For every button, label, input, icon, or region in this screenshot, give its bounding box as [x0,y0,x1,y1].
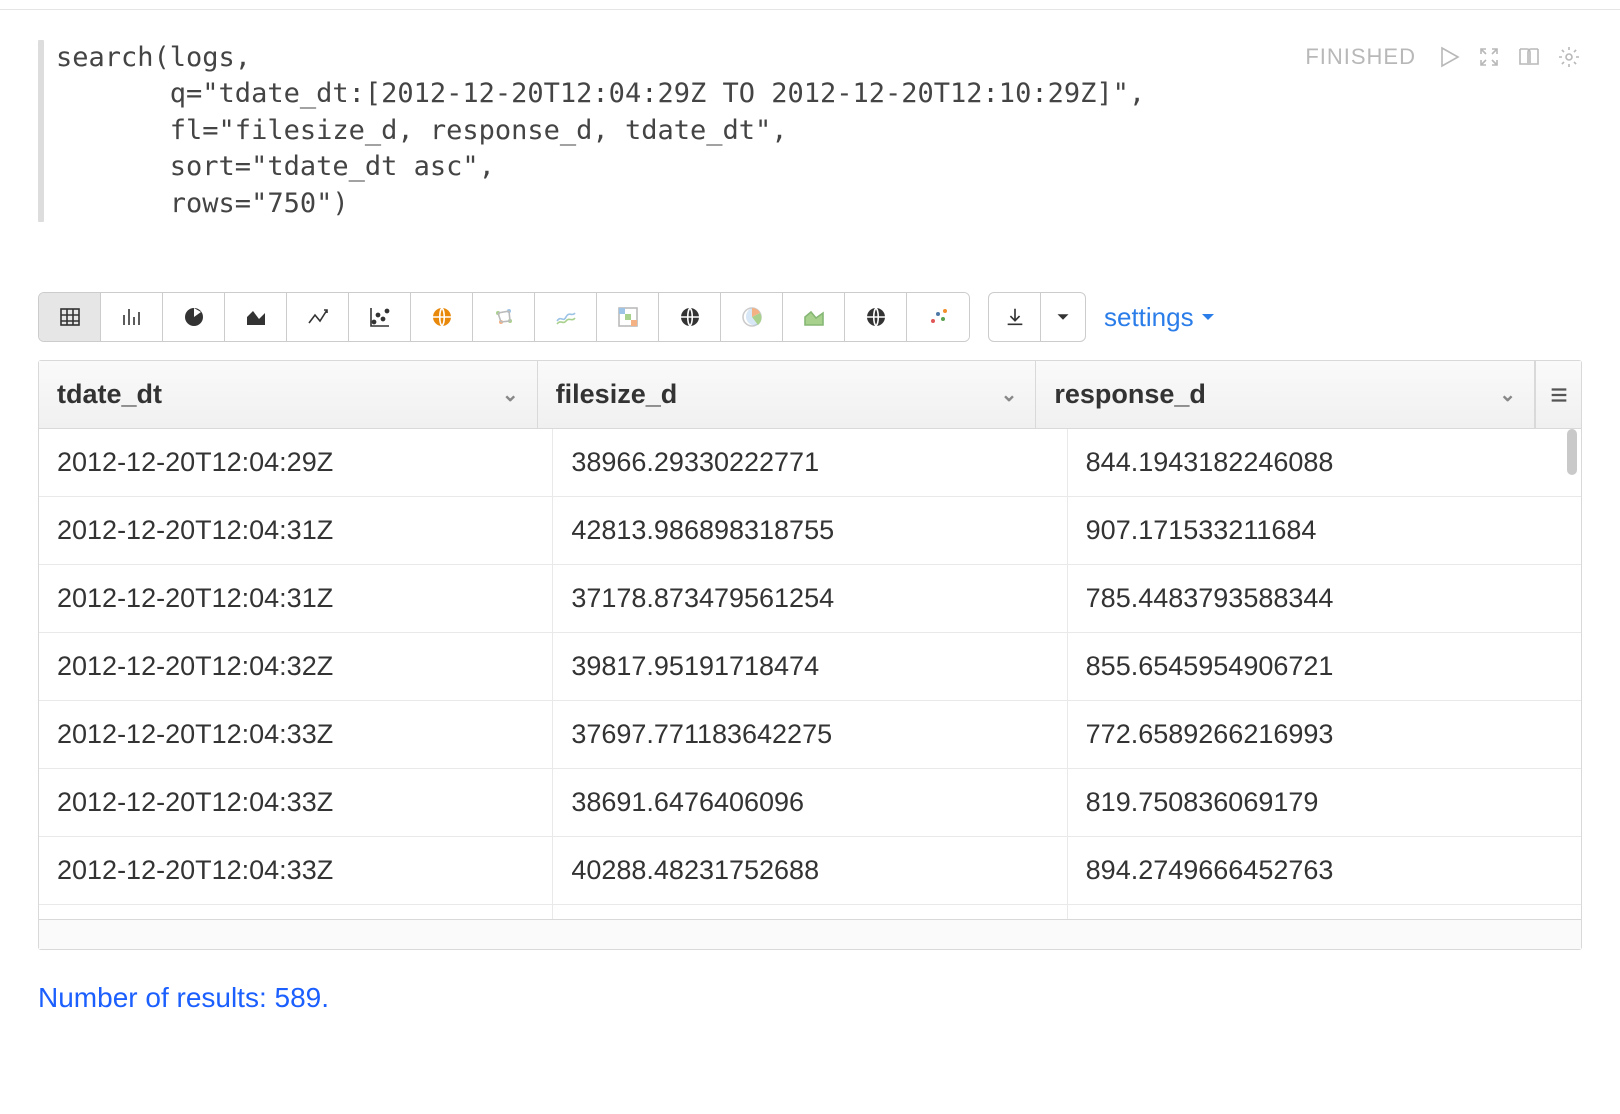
color-scatter-button[interactable] [907,293,969,341]
download-caret-button[interactable] [1041,293,1085,341]
table-cell: 894.2749666452763 [1068,837,1581,904]
bar-chart-button[interactable] [101,293,163,341]
multi-line-button[interactable] [535,293,597,341]
table-row[interactable]: 2012-12-20T12:04:31Z42813.98689831875590… [39,497,1581,565]
table-cell: 819.750836069179 [1068,769,1581,836]
color-area-button[interactable] [783,293,845,341]
network-chart-button[interactable] [473,293,535,341]
vertical-scrollbar[interactable] [1563,423,1579,903]
table-row[interactable]: 2012-12-20T12:04:33Z37697.77118364227577… [39,701,1581,769]
table-cell: 40288.48231752688 [553,837,1067,904]
table-cell: 785.4483793588344 [1068,565,1581,632]
heatmap-button[interactable] [597,293,659,341]
column-label: tdate_dt [57,379,162,410]
pie-chart-button[interactable] [163,293,225,341]
scroll-thumb[interactable] [1567,429,1577,475]
column-header-filesize[interactable]: filesize_d ⌄ [538,361,1037,428]
scatter-chart-button[interactable] [349,293,411,341]
results-count: Number of results: 589. [0,950,1620,1046]
color-pie-button[interactable] [721,293,783,341]
table-footer [39,919,1581,949]
column-header-response[interactable]: response_d ⌄ [1036,361,1535,428]
area-chart-button[interactable] [225,293,287,341]
table-cell: 37697.771183642275 [553,701,1067,768]
code-line: sort="tdate_dt asc", [56,151,495,182]
chevron-down-icon: ⌄ [1001,382,1018,407]
gear-icon[interactable] [1556,44,1582,70]
table-cell: 2012-12-20T12:04:29Z [39,429,553,496]
table-cell: 38966.29330222771 [553,429,1067,496]
results-table: tdate_dt ⌄ filesize_d ⌄ response_d ⌄ 201… [38,360,1582,950]
status-label: FINISHED [1305,44,1416,70]
download-group [988,292,1086,342]
table-cell: 772.6589266216993 [1068,701,1581,768]
download-button[interactable] [989,293,1041,341]
globe-orange-button[interactable] [411,293,473,341]
table-row[interactable]: 2012-12-20T12:04:33Z38691.6476406096819.… [39,769,1581,837]
run-button[interactable] [1436,44,1462,70]
table-view-button[interactable] [39,293,101,341]
column-label: filesize_d [556,379,678,410]
table-cell: 38186.02224113228 [553,905,1067,919]
table-row[interactable]: 2012-12-20T12:04:32Z39817.95191718474855… [39,633,1581,701]
table-row[interactable]: 2012-12-20T12:04:31Z37178.87347956125478… [39,565,1581,633]
chevron-down-icon: ⌄ [502,382,519,407]
globe-dark2-button[interactable] [845,293,907,341]
table-row[interactable]: 2012-12-20T12:04:29Z38966.29330222771844… [39,429,1581,497]
table-row[interactable]: 2012-12-20T12:04:34Z38186.02224113228822… [39,905,1581,919]
book-icon[interactable] [1516,44,1542,70]
settings-link[interactable]: settings [1104,302,1216,333]
globe-dark-button[interactable] [659,293,721,341]
caret-down-icon [1200,309,1216,325]
table-row[interactable]: 2012-12-20T12:04:33Z40288.48231752688894… [39,837,1581,905]
table-cell: 2012-12-20T12:04:33Z [39,769,553,836]
settings-label: settings [1104,302,1194,333]
code-line: fl="filesize_d, response_d, tdate_dt", [56,115,788,146]
code-line: q="tdate_dt:[2012-12-20T12:04:29Z TO 201… [56,78,1145,109]
table-cell: 42813.986898318755 [553,497,1067,564]
code-editor[interactable]: search(logs, q="tdate_dt:[2012-12-20T12:… [56,40,1145,222]
table-cell: 2012-12-20T12:04:33Z [39,837,553,904]
table-cell: 39817.95191718474 [553,633,1067,700]
table-cell: 2012-12-20T12:04:34Z [39,905,553,919]
code-gutter [38,40,44,222]
table-cell: 2012-12-20T12:04:33Z [39,701,553,768]
chevron-down-icon: ⌄ [1499,382,1516,407]
column-label: response_d [1054,379,1206,410]
code-line: rows="750") [56,188,349,219]
code-line: search(logs, [56,42,251,73]
table-cell: 2012-12-20T12:04:32Z [39,633,553,700]
table-menu-button[interactable] [1535,361,1581,428]
table-cell: 38691.6476406096 [553,769,1067,836]
table-cell: 822.1857865751405 [1068,905,1581,919]
table-cell: 37178.873479561254 [553,565,1067,632]
table-cell: 2012-12-20T12:04:31Z [39,497,553,564]
table-cell: 907.171533211684 [1068,497,1581,564]
table-cell: 2012-12-20T12:04:31Z [39,565,553,632]
table-cell: 844.1943182246088 [1068,429,1581,496]
viz-buttons [38,292,970,342]
collapse-icon[interactable] [1476,44,1502,70]
table-cell: 855.6545954906721 [1068,633,1581,700]
line-chart-button[interactable] [287,293,349,341]
column-header-tdate[interactable]: tdate_dt ⌄ [39,361,538,428]
